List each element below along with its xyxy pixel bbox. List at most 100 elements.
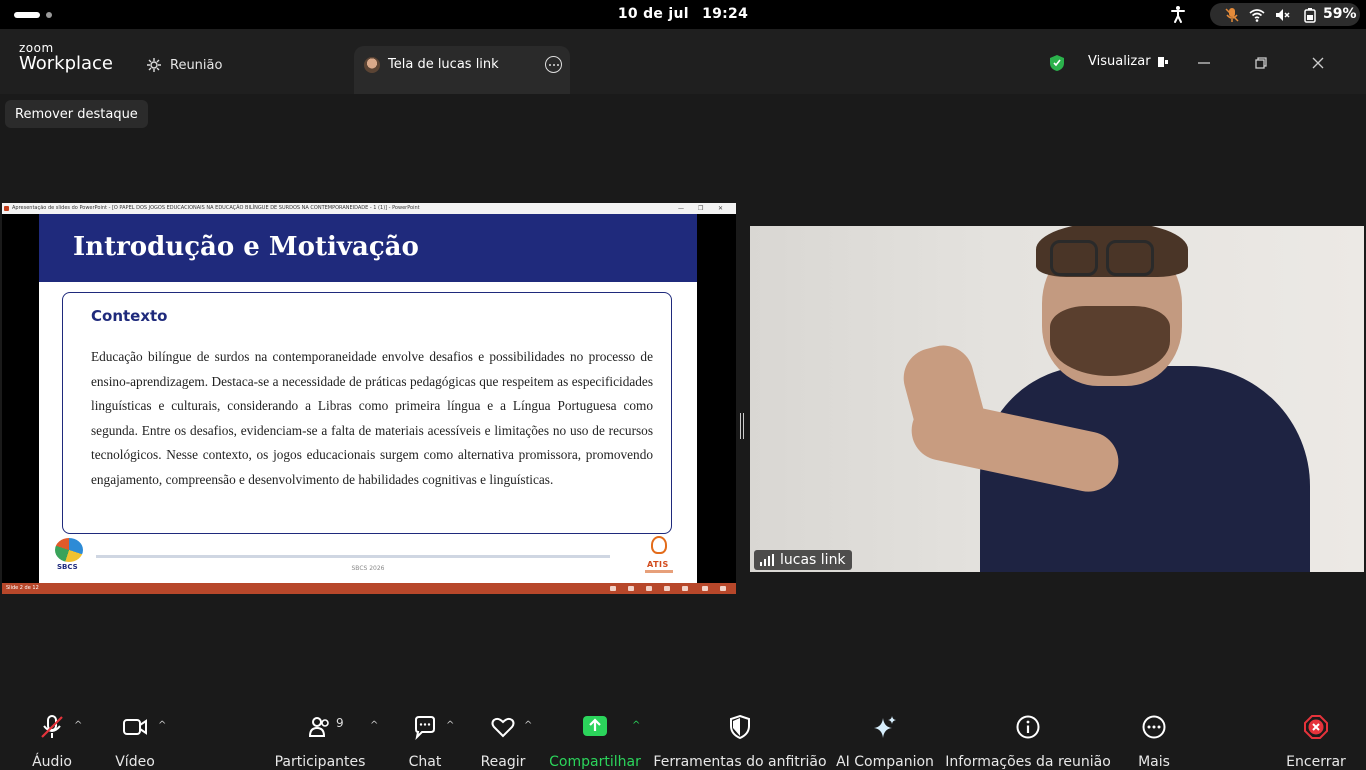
audio-options-caret[interactable]: ^	[74, 720, 82, 731]
participants-options-caret[interactable]: ^	[370, 720, 378, 731]
video-options-caret[interactable]: ^	[158, 720, 166, 731]
restore-button[interactable]	[1249, 51, 1273, 75]
minimize-icon	[1198, 62, 1210, 64]
ai-sparkle-icon	[874, 716, 896, 738]
share-options-caret[interactable]: ^	[632, 720, 640, 731]
meeting-gear-icon	[147, 58, 161, 72]
end-x-icon	[1304, 715, 1328, 739]
ppt-fit-icon	[720, 586, 726, 591]
slide-header: Introdução e Motivação	[39, 214, 697, 282]
logo-workplace-text: Workplace	[19, 53, 114, 74]
encryption-shield-icon[interactable]	[1049, 54, 1065, 72]
meeting-info-button[interactable]: Informações da reunião	[945, 714, 1111, 770]
ppt-slide-counter: Slide 2 de 12	[6, 585, 39, 591]
battery-icon	[1304, 8, 1316, 23]
ppt-notes-icon	[610, 586, 616, 591]
video-glasses-left	[1050, 240, 1098, 276]
atis-logo: ATIS	[643, 536, 675, 580]
view-layout-icon	[1157, 56, 1168, 67]
mic-muted-icon	[41, 715, 63, 738]
system-tray[interactable]: 59%	[1210, 3, 1360, 26]
share-screen-icon	[583, 716, 607, 736]
zoom-title-bar: zoom Workplace Reunião Tela de lucas lin…	[0, 29, 1366, 94]
os-clock[interactable]: 10 de jul 19:24	[0, 6, 1366, 22]
mic-in-use-icon	[1225, 8, 1239, 22]
chat-options-caret[interactable]: ^	[446, 720, 454, 731]
participants-button[interactable]: 9 ^ Participantes	[275, 714, 379, 770]
more-button[interactable]: Mais	[1128, 714, 1180, 770]
chat-bubble-icon	[415, 716, 435, 740]
accessibility-icon[interactable]	[1168, 4, 1188, 24]
info-icon	[1016, 715, 1040, 739]
sbcs-logo-mark	[55, 538, 83, 562]
presenter-avatar	[364, 57, 380, 73]
split-resize-handle[interactable]	[740, 413, 744, 439]
volume-muted-icon	[1276, 9, 1290, 21]
end-meeting-button[interactable]: Encerrar	[1286, 714, 1346, 770]
video-camera-icon	[123, 719, 147, 735]
tab-shared-screen-label: Tela de lucas link	[388, 57, 499, 72]
tab-meeting-label: Reunião	[170, 57, 223, 73]
view-button-label: Visualizar	[1088, 54, 1151, 69]
ai-companion-button[interactable]: AI Companion	[836, 714, 934, 770]
ppt-window-title: Apresentação de slides do PowerPoint - […	[12, 205, 420, 211]
participant-video[interactable]: lucas link	[750, 226, 1364, 572]
host-tools-button[interactable]: Ferramentas do anfitrião	[653, 714, 827, 770]
slide-box-heading: Contexto	[91, 307, 168, 325]
ppt-zoom-icon	[702, 586, 708, 591]
audio-button[interactable]: ^ Áudio	[26, 714, 82, 770]
wifi-icon	[1249, 9, 1265, 22]
battery-percent: 59%	[1323, 6, 1357, 22]
shared-screen[interactable]: Apresentação de slides do PowerPoint - […	[2, 203, 736, 594]
slide-footer-text: SBCS 2026	[351, 565, 385, 572]
ppt-normal-view-icon	[628, 586, 634, 591]
video-person-beard	[1050, 306, 1170, 376]
remove-highlight-button[interactable]: Remover destaque	[5, 100, 148, 128]
participant-name-tag: lucas link	[754, 550, 852, 570]
slide-footer-line	[96, 555, 610, 558]
slide: Introdução e Motivação Contexto Educação…	[39, 214, 697, 583]
slide-body-text: Educação bilíngue de surdos na contempor…	[91, 349, 653, 487]
minimize-button[interactable]	[1192, 51, 1216, 75]
restore-icon	[1255, 57, 1267, 69]
zoom-workplace-logo: zoom Workplace	[19, 42, 113, 73]
atis-logo-text: ATIS	[647, 560, 669, 569]
signal-bars-icon	[760, 554, 774, 566]
participants-count: 9	[336, 716, 344, 730]
ppt-sorter-view-icon	[646, 586, 652, 591]
video-glasses-right	[1106, 240, 1154, 276]
host-shield-icon	[730, 714, 750, 740]
slide-title: Introdução e Motivação	[73, 232, 419, 262]
ppt-status-bar: Slide 2 de 12	[2, 583, 736, 594]
meeting-toolbar: ^ Áudio ^ Vídeo 9 ^ Participantes ^ Chat…	[0, 704, 1366, 770]
close-window-button[interactable]	[1306, 51, 1330, 75]
video-button[interactable]: ^ Vídeo	[108, 714, 166, 770]
ppt-close-icon: ✕	[718, 205, 724, 212]
sbcs-logo: SBCS	[53, 538, 87, 578]
heart-icon	[491, 717, 515, 738]
tab-meeting[interactable]: Reunião	[146, 55, 222, 75]
ppt-slideshow-icon	[682, 586, 688, 591]
more-dots-icon	[1142, 715, 1166, 739]
ppt-reading-view-icon	[664, 586, 670, 591]
participant-name: lucas link	[780, 552, 846, 568]
powerpoint-icon	[4, 206, 9, 211]
lightbulb-icon	[651, 536, 667, 554]
ppt-window-titlebar: Apresentação de slides do PowerPoint - […	[2, 203, 736, 214]
slide-content-box: Contexto Educação bilíngue de surdos na …	[62, 292, 672, 534]
tab-more-options-icon[interactable]	[545, 56, 562, 73]
meeting-stage: Remover destaque Apresentação de slides …	[0, 94, 1366, 704]
ppt-restore-icon: ❐	[698, 205, 704, 212]
share-button[interactable]: ^ Compartilhar	[549, 714, 641, 770]
os-date: 10 de jul	[617, 6, 689, 22]
ppt-minimize-icon: —	[678, 205, 684, 212]
close-icon	[1312, 57, 1324, 69]
os-time: 19:24	[702, 6, 749, 22]
participants-icon	[308, 717, 329, 737]
tab-shared-screen[interactable]: Tela de lucas link	[354, 46, 570, 94]
react-options-caret[interactable]: ^	[524, 720, 532, 731]
chat-button[interactable]: ^ Chat	[400, 714, 454, 770]
os-status-bar: 10 de jul 19:24 59%	[0, 0, 1366, 29]
react-button[interactable]: ^ Reagir	[478, 714, 532, 770]
view-button[interactable]: Visualizar	[1088, 54, 1169, 69]
